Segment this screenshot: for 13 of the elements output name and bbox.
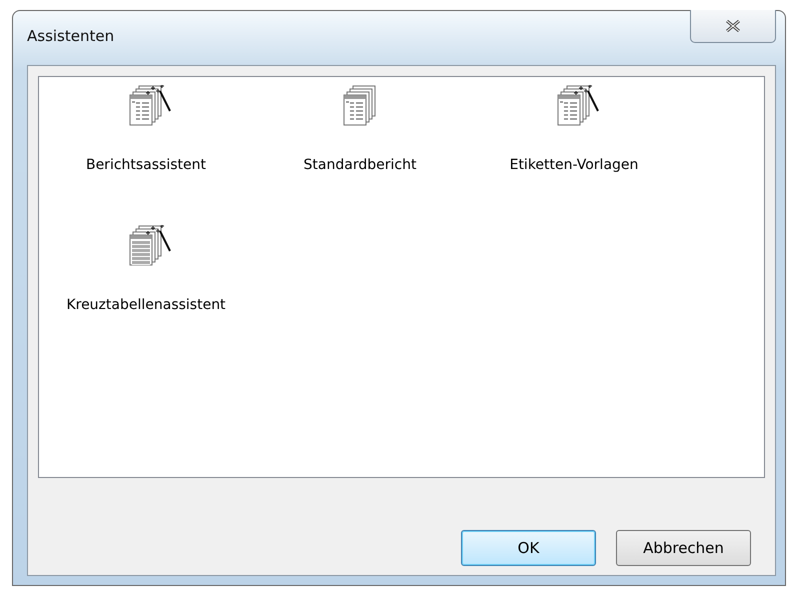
item-label: Berichtsassistent bbox=[86, 157, 206, 173]
close-button[interactable] bbox=[690, 10, 776, 43]
wizard-item[interactable]: Kreuztabellenassistent bbox=[39, 217, 253, 357]
window-title: Assistenten bbox=[27, 27, 114, 45]
ok-button[interactable]: OK bbox=[461, 530, 596, 566]
item-label: Kreuztabellenassistent bbox=[66, 297, 226, 313]
item-label: Etiketten-Vorlagen bbox=[510, 157, 638, 173]
cancel-button[interactable]: Abbrechen bbox=[616, 530, 751, 566]
wizard-item[interactable]: Berichtsassistent bbox=[39, 77, 253, 217]
close-icon bbox=[725, 20, 741, 32]
wizard-item[interactable]: Etiketten-Vorlagen bbox=[467, 77, 681, 217]
item-label: Standardbericht bbox=[304, 157, 416, 173]
wizard-item[interactable]: Standardbericht bbox=[253, 77, 467, 217]
